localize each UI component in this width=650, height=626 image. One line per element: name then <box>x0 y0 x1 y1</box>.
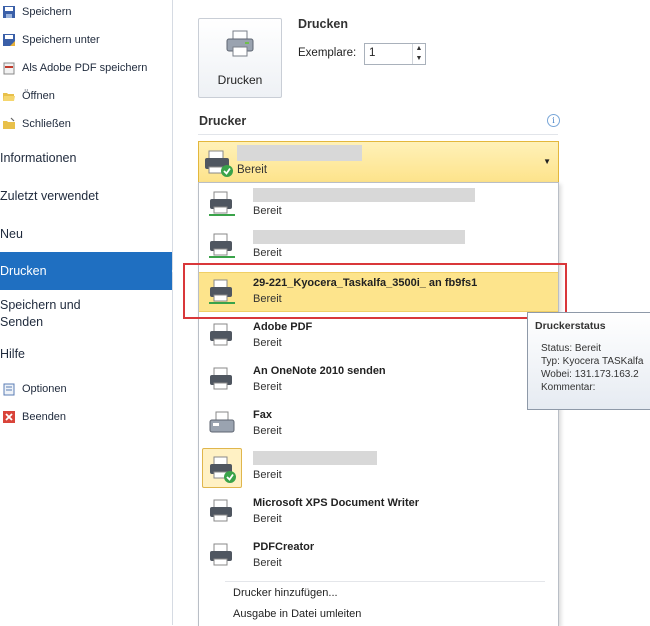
sidebar-item-speichern[interactable]: Speichern <box>0 1 72 23</box>
nav-label: Neu <box>0 227 23 241</box>
nav-zuletzt-verwendet[interactable]: Zuletzt verwendet <box>0 184 172 208</box>
print-button[interactable]: Drucken <box>198 18 282 98</box>
sidebar-item-label: Beenden <box>22 411 67 423</box>
tooltip-type: Typ: Kyocera TASKalfa <box>541 356 644 367</box>
save-icon <box>2 5 16 19</box>
default-printer-icon <box>210 456 236 483</box>
printer-name: PDFCreator <box>253 541 315 553</box>
nav-label: Hilfe <box>0 347 26 361</box>
sidebar-item-label: Speichern <box>22 6 72 18</box>
printer-icon <box>226 30 254 57</box>
sidebar-item-optionen[interactable]: Optionen <box>0 378 67 400</box>
sidebar-item-adobe-pdf[interactable]: Als Adobe PDF speichern <box>0 57 147 79</box>
nav-neu[interactable]: Neu <box>0 222 172 246</box>
tooltip-title: Druckerstatus <box>535 320 606 332</box>
backstage-sidebar: Speichern Speichern unter Als Adobe PDF … <box>0 0 184 625</box>
selected-printer-status: Bereit <box>237 164 268 176</box>
highlight-annotation-frame <box>183 263 567 319</box>
nav-drucken[interactable]: Drucken <box>0 252 184 290</box>
nav-informationen[interactable]: Informationen <box>0 146 172 170</box>
printer-icon <box>210 367 232 390</box>
printer-list: Bereit Bereit 29-221_Kyocera_Taskalfa_35… <box>198 182 559 626</box>
printer-status: Bereit <box>253 425 282 437</box>
tooltip-status: Status: Bereit <box>541 343 602 354</box>
section-divider <box>198 134 558 135</box>
print-button-label: Drucken <box>217 73 263 87</box>
printer-icon <box>210 499 232 522</box>
sidebar-item-label: Speichern unter <box>22 34 100 46</box>
printer-status: Bereit <box>253 381 282 393</box>
printer-name: An OneNote 2010 senden <box>253 365 386 377</box>
sidebar-item-schliessen[interactable]: Schließen <box>0 113 71 135</box>
print-to-file-link[interactable]: Ausgabe in Datei umleiten <box>233 608 361 620</box>
redacted-name <box>253 451 377 465</box>
printer-status: Bereit <box>253 247 282 259</box>
printer-dropdown[interactable]: Bereit ▼ <box>198 141 559 184</box>
sidebar-item-label: Schließen <box>22 118 71 130</box>
sidebar-item-label: Öffnen <box>22 90 55 102</box>
exit-icon <box>2 410 16 424</box>
copies-stepper[interactable]: 1 ▲ ▼ <box>364 43 426 65</box>
printer-icon <box>210 323 232 346</box>
printer-status: Bereit <box>253 337 282 349</box>
nav-label: Informationen <box>0 151 77 165</box>
redacted-name <box>253 230 465 244</box>
printer-item[interactable]: Bereit <box>199 227 558 267</box>
list-divider <box>225 581 545 582</box>
printer-name: Adobe PDF <box>253 321 313 333</box>
nav-hilfe[interactable]: Hilfe <box>0 343 172 365</box>
printer-network-icon <box>205 150 233 177</box>
info-icon[interactable]: i <box>547 114 560 127</box>
printer-item[interactable]: An OneNote 2010 senden Bereit <box>199 361 558 401</box>
nav-label: Zuletzt verwendet <box>0 189 99 203</box>
pdf-save-icon <box>2 61 16 75</box>
close-folder-icon <box>2 117 16 131</box>
print-heading: Drucken <box>298 17 349 31</box>
add-printer-link[interactable]: Drucker hinzufügen... <box>233 587 338 599</box>
open-folder-icon <box>2 89 16 103</box>
redacted-name <box>237 145 362 161</box>
printer-item-default[interactable]: Bereit <box>199 447 558 489</box>
sidebar-item-label: Als Adobe PDF speichern <box>22 62 148 74</box>
printer-item[interactable]: Fax Bereit <box>199 405 558 445</box>
nav-label: Senden <box>0 314 44 329</box>
nav-label: Speichern und <box>0 297 81 312</box>
printer-status: Bereit <box>253 469 282 481</box>
printer-name: Fax <box>253 409 272 421</box>
fax-icon <box>209 411 235 433</box>
printer-item[interactable]: Bereit <box>199 185 558 225</box>
printer-status: Bereit <box>253 557 282 569</box>
stepper-buttons[interactable]: ▲ ▼ <box>412 44 425 64</box>
tooltip-location: Wobei: 131.173.163.2 <box>541 369 639 380</box>
options-icon <box>2 382 16 396</box>
copies-label: Exemplare: <box>298 47 357 59</box>
nav-speichern-und-senden[interactable]: Speichern und <box>0 296 172 313</box>
sidebar-item-beenden[interactable]: Beenden <box>0 406 66 428</box>
nav-speichern-und-senden-line2[interactable]: Senden <box>0 313 172 330</box>
printer-status: Bereit <box>253 205 282 217</box>
printer-network-icon <box>209 191 235 216</box>
printer-heading: Drucker <box>199 114 247 128</box>
tooltip-comment: Kommentar: <box>541 382 596 393</box>
sidebar-item-label: Optionen <box>22 383 67 395</box>
sidebar-item-oeffnen[interactable]: Öffnen <box>0 85 55 107</box>
printer-status: Bereit <box>253 513 282 525</box>
printer-status-tooltip: Druckerstatus Status: Bereit Typ: Kyocer… <box>527 312 650 410</box>
copies-value: 1 <box>369 47 376 59</box>
printer-icon <box>210 543 232 566</box>
nav-label: Drucken <box>0 264 47 278</box>
printer-item[interactable]: Microsoft XPS Document Writer Bereit <box>199 493 558 533</box>
printer-item[interactable]: Adobe PDF Bereit <box>199 317 558 357</box>
printer-item[interactable]: PDFCreator Bereit <box>199 537 558 577</box>
chevron-down-icon: ▼ <box>543 157 551 166</box>
redacted-name <box>253 188 475 202</box>
save-as-icon <box>2 33 16 47</box>
printer-name: Microsoft XPS Document Writer <box>253 497 420 509</box>
sidebar-item-speichern-unter[interactable]: Speichern unter <box>0 29 100 51</box>
printer-network-icon <box>209 233 235 258</box>
